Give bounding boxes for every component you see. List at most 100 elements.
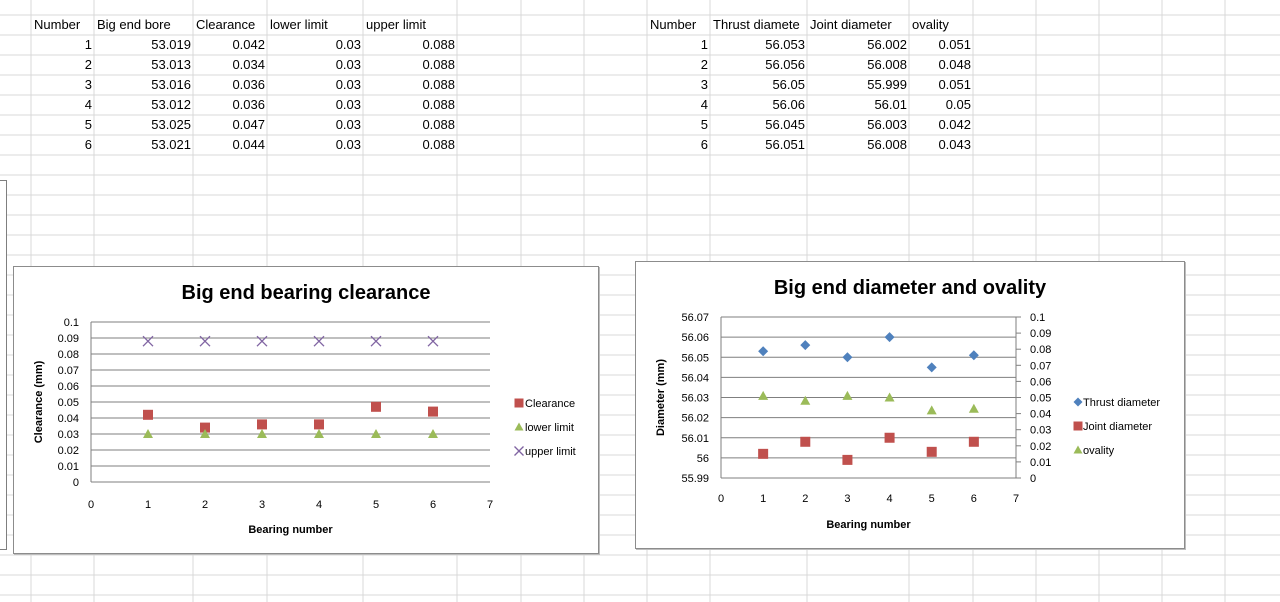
table1-data-cell[interactable]: 6 [14,135,92,155]
table2-header-cell[interactable]: ovality [912,15,972,35]
table1-data-cell[interactable]: 0.042 [187,35,265,55]
table2-header-cell[interactable]: Number [650,15,710,35]
x-tick-label: 1 [760,493,766,505]
clearance-chart-svg: Big end bearing clearance 0 0.01 0.02 0.03 0.… [33,282,576,536]
clearance-chart[interactable]: Big end bearing clearance 0 0.01 0.02 0.03 0.… [13,266,599,554]
table1-data-cell[interactable]: 0.047 [187,115,265,135]
y-tick-label: 0.06 [58,381,79,393]
table1-data-cell[interactable]: 0.088 [377,55,455,75]
table1-data-cell[interactable]: 0.03 [283,75,361,95]
diameter-ovality-chart[interactable]: Big end diameter and ovality 55.99 56 56.01… [635,261,1185,549]
table1-data-cell[interactable]: 3 [14,75,92,95]
data-point-clearance [314,419,324,430]
table1-data-cell[interactable]: 0.03 [283,55,361,75]
table1-data-cell[interactable]: 53.019 [113,35,191,55]
table2-header-cell[interactable]: Thrust diamete [713,15,807,35]
table2-data-cell[interactable]: 3 [630,75,708,95]
table1-data-cell[interactable]: 0.03 [283,35,361,55]
data-point-joint-diameter [758,448,769,459]
table2-data-cell[interactable]: 0.043 [893,135,971,155]
table1-header-cell[interactable]: lower limit [270,15,362,35]
table1-data-cell[interactable]: 0.03 [283,115,361,135]
table1-data-cell[interactable]: 0.036 [187,75,265,95]
legend-marker [1073,421,1083,431]
data-point-ovality [758,390,769,400]
table2-data-cell[interactable]: 2 [630,55,708,75]
table2-data-cell[interactable]: 56.053 [727,35,805,55]
legend-marker [1073,397,1083,407]
table1-data-cell[interactable]: 0.044 [187,135,265,155]
table2-data-cell[interactable]: 5 [630,115,708,135]
table2-data-cell[interactable]: 56.045 [727,115,805,135]
table2-data-cell[interactable]: 56.051 [727,135,805,155]
table1-data-cell[interactable]: 0.088 [377,75,455,95]
data-point-clearance [143,409,153,420]
y-tick-label: 56.01 [681,433,709,445]
legend-marker [514,446,524,456]
data-point-clearance [428,406,438,417]
table2-data-cell[interactable]: 6 [630,135,708,155]
legend-marker [514,398,524,408]
y-tick-label: 0.03 [58,429,79,441]
y-tick-label: 56 [697,453,709,465]
table1-data-cell[interactable]: 0.034 [187,55,265,75]
y2-tick-label: 0.06 [1030,376,1051,388]
data-point-ovality [842,390,853,400]
table1-data-cell[interactable]: 0.088 [377,135,455,155]
table1-data-cell[interactable]: 0.088 [377,115,455,135]
y-tick-label: 0.09 [58,333,79,345]
y-tick-label: 56.04 [681,372,709,384]
y-axis-title: Clearance (mm) [33,360,45,443]
table2-data-cell[interactable]: 56.056 [727,55,805,75]
table1-data-cell[interactable]: 0.088 [377,95,455,115]
legend-label: Thrust diameter [1083,397,1160,409]
data-point-thrust-diameter [884,332,895,343]
table2-data-cell[interactable]: 1 [630,35,708,55]
x-tick-label: 0 [718,493,724,505]
table2-data-cell[interactable]: 0.051 [893,35,971,55]
table1-data-cell[interactable]: 53.021 [113,135,191,155]
y2-tick-label: 0.01 [1030,457,1051,469]
table1-header-cell[interactable]: upper limit [366,15,456,35]
table1-data-cell[interactable]: 2 [14,55,92,75]
data-point-thrust-diameter [926,362,937,373]
table1-data-cell[interactable]: 0.088 [377,35,455,55]
table1-data-cell[interactable]: 4 [14,95,92,115]
table1-data-cell[interactable]: 53.012 [113,95,191,115]
table1-header-cell[interactable]: Big end bore [97,15,192,35]
table1-data-cell[interactable]: 0.036 [187,95,265,115]
x-tick-label: 4 [887,493,893,505]
legend-label: ovality [1083,445,1115,457]
table1-data-cell[interactable]: 0.03 [283,135,361,155]
table1-data-cell[interactable]: 1 [14,35,92,55]
table2-data-cell[interactable]: 0.051 [893,75,971,95]
y-tick-label: 55.99 [681,473,709,485]
table2-data-cell[interactable]: 0.048 [893,55,971,75]
y2-tick-label: 0.05 [1030,393,1051,405]
table1-data-cell[interactable]: 5 [14,115,92,135]
table1-data-cell[interactable]: 53.013 [113,55,191,75]
table1-header-cell[interactable]: Clearance [196,15,266,35]
table1-data-cell[interactable]: 53.025 [113,115,191,135]
table2-data-cell[interactable]: 0.05 [893,95,971,115]
data-point-ovality [968,403,979,413]
y-tick-label: 56.03 [681,393,709,405]
table2-data-cell[interactable]: 56.05 [727,75,805,95]
x-tick-label: 7 [487,499,493,511]
table2-header-cell[interactable]: Joint diameter [810,15,908,35]
table1-header-cell[interactable]: Number [34,15,94,35]
data-point-joint-diameter [842,454,853,465]
legend-label: upper limit [525,446,576,458]
y2-tick-label: 0.04 [1030,409,1051,421]
legend-marker [514,422,524,431]
table2-data-cell[interactable]: 0.042 [893,115,971,135]
y-axis-title: Diameter (mm) [655,359,667,436]
table2-data-cell[interactable]: 56.06 [727,95,805,115]
table1-data-cell[interactable]: 0.03 [283,95,361,115]
y-tick-label: 0.04 [58,413,79,425]
y-tick-label: 56.05 [681,352,709,364]
y-tick-label: 56.06 [681,332,709,344]
table1-data-cell[interactable]: 53.016 [113,75,191,95]
table2-data-cell[interactable]: 4 [630,95,708,115]
legend-label: Clearance [525,398,575,410]
